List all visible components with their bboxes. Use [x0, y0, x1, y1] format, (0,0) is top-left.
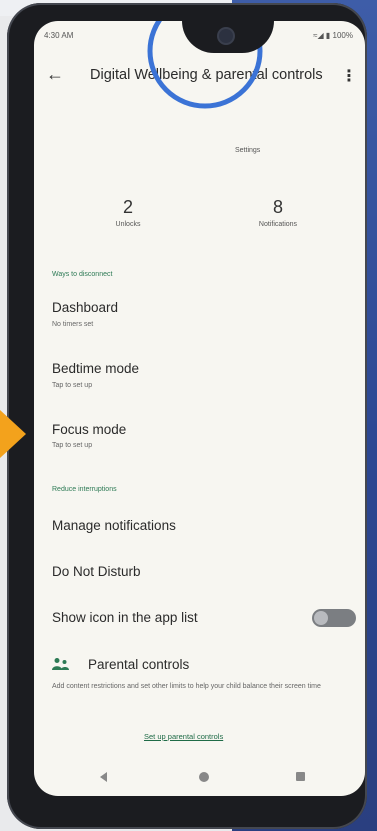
front-camera: [219, 29, 233, 43]
phone-frame: 4:30 AM ≈◢ ▮ 100% ← Digital Wellbeing & …: [7, 3, 367, 829]
nav-home-icon[interactable]: [199, 772, 209, 782]
status-icons: ≈◢ ▮ 100%: [313, 31, 353, 40]
focus-mode-title: Focus mode: [52, 422, 127, 437]
phone-screen: 4:30 AM ≈◢ ▮ 100% ← Digital Wellbeing & …: [34, 21, 365, 796]
focus-mode-subtitle: Tap to set up: [52, 442, 93, 449]
ring-label: Settings: [235, 147, 261, 154]
stat-label: Unlocks: [115, 221, 141, 228]
dashboard-title: Dashboard: [52, 300, 119, 315]
do-not-disturb-item[interactable]: Do Not Disturb: [52, 564, 141, 579]
stat-unlocks: 2 Unlocks: [78, 197, 178, 228]
show-icon-item[interactable]: Show icon in the app list: [52, 610, 198, 625]
show-icon-toggle[interactable]: [312, 609, 356, 627]
bedtime-mode-title: Bedtime mode: [52, 361, 140, 376]
stat-notifications: 8 Notifications: [228, 197, 328, 228]
back-arrow-icon[interactable]: ←: [46, 64, 64, 85]
parental-controls-icon: [52, 658, 69, 670]
stat-value: 8: [272, 197, 283, 217]
manage-notifications-item[interactable]: Manage notifications: [52, 518, 176, 533]
nav-recents-icon[interactable]: [296, 772, 305, 781]
status-time: 4:30 AM: [44, 31, 74, 40]
section-ways-to-disconnect: Ways to disconnect: [52, 271, 113, 278]
highlight-arrow-tail: [0, 424, 8, 444]
more-options-icon[interactable]: ⋮: [341, 66, 357, 86]
section-reduce-interruptions: Reduce interruptions: [52, 486, 117, 493]
stat-label: Notifications: [258, 221, 298, 228]
bedtime-mode-subtitle: Tap to set up: [52, 382, 93, 389]
dashboard-subtitle: No timers set: [52, 321, 94, 328]
nav-back-icon[interactable]: [100, 772, 107, 782]
set-up-parental-controls-link[interactable]: Set up parental controls: [144, 732, 223, 741]
parental-controls-description: Add content restrictions and set other l…: [52, 683, 321, 690]
toggle-knob: [314, 611, 328, 625]
parental-controls-title[interactable]: Parental controls: [88, 657, 189, 672]
system-nav-bar: [34, 766, 365, 796]
stat-value: 2: [122, 197, 133, 217]
